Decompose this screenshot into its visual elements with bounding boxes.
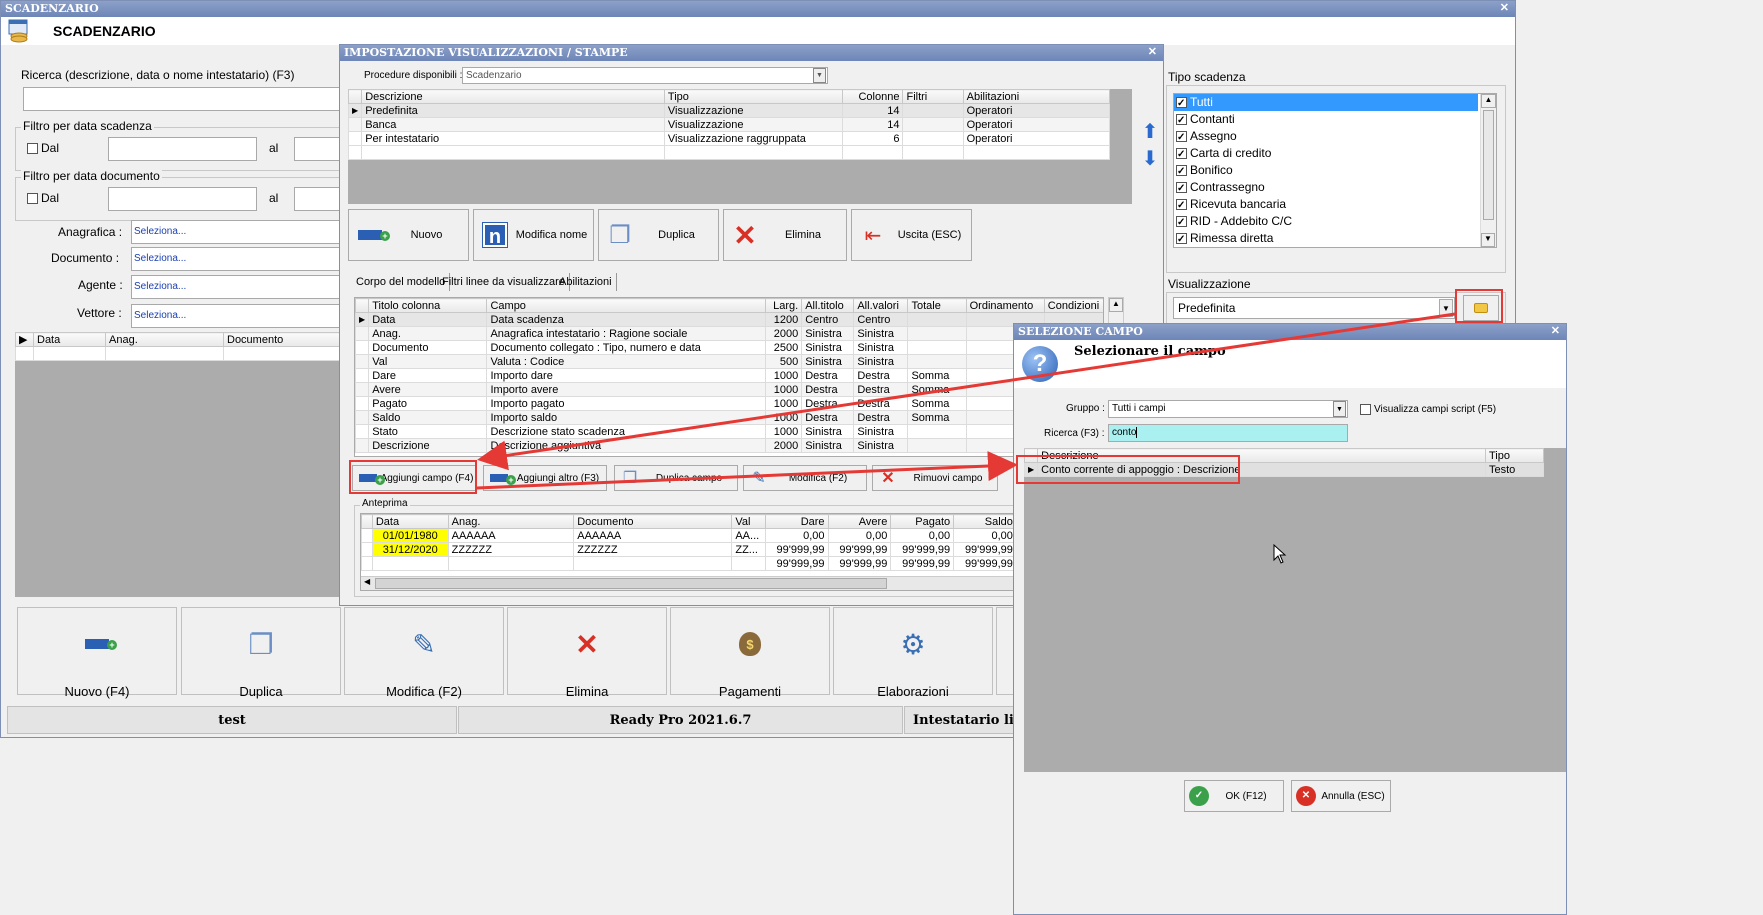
annotation-arrows: [476, 312, 1456, 490]
